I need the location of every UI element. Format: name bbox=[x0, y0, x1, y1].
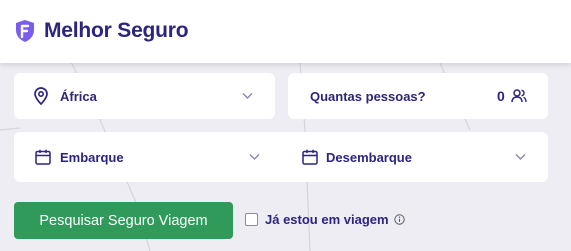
passengers-count: 0 bbox=[497, 88, 505, 104]
return-date-field[interactable]: Desembarque bbox=[281, 132, 548, 182]
departure-date-field[interactable]: Embarque bbox=[14, 132, 281, 182]
calendar-icon bbox=[35, 149, 51, 165]
departure-label: Embarque bbox=[60, 150, 124, 165]
chevron-down-icon bbox=[515, 154, 526, 160]
brand-name: Melhor Seguro bbox=[44, 19, 189, 42]
chevron-down-icon bbox=[242, 93, 253, 99]
destination-select[interactable]: África bbox=[14, 73, 275, 119]
already-traveling-checkbox[interactable] bbox=[245, 213, 258, 226]
site-header: Melhor Seguro bbox=[0, 0, 571, 63]
info-icon[interactable] bbox=[393, 214, 405, 225]
calendar-icon bbox=[302, 149, 318, 165]
passengers-label: Quantas pessoas? bbox=[310, 88, 426, 104]
map-pin-icon bbox=[34, 87, 48, 105]
return-label: Desembarque bbox=[326, 150, 412, 165]
chevron-down-icon bbox=[249, 154, 260, 160]
passengers-select[interactable]: Quantas pessoas? 0 bbox=[288, 73, 548, 119]
destination-value: África bbox=[60, 88, 97, 104]
brand-logo[interactable]: Melhor Seguro bbox=[14, 17, 189, 45]
already-traveling-label: Já estou em viagem bbox=[265, 212, 389, 227]
search-insurance-button[interactable]: Pesquisar Seguro Viagem bbox=[14, 202, 233, 239]
users-icon bbox=[511, 89, 527, 103]
already-traveling-option[interactable]: Já estou em viagem bbox=[245, 212, 405, 227]
dates-picker: Embarque Desembarque bbox=[14, 132, 548, 182]
shield-logo-icon bbox=[16, 20, 34, 42]
